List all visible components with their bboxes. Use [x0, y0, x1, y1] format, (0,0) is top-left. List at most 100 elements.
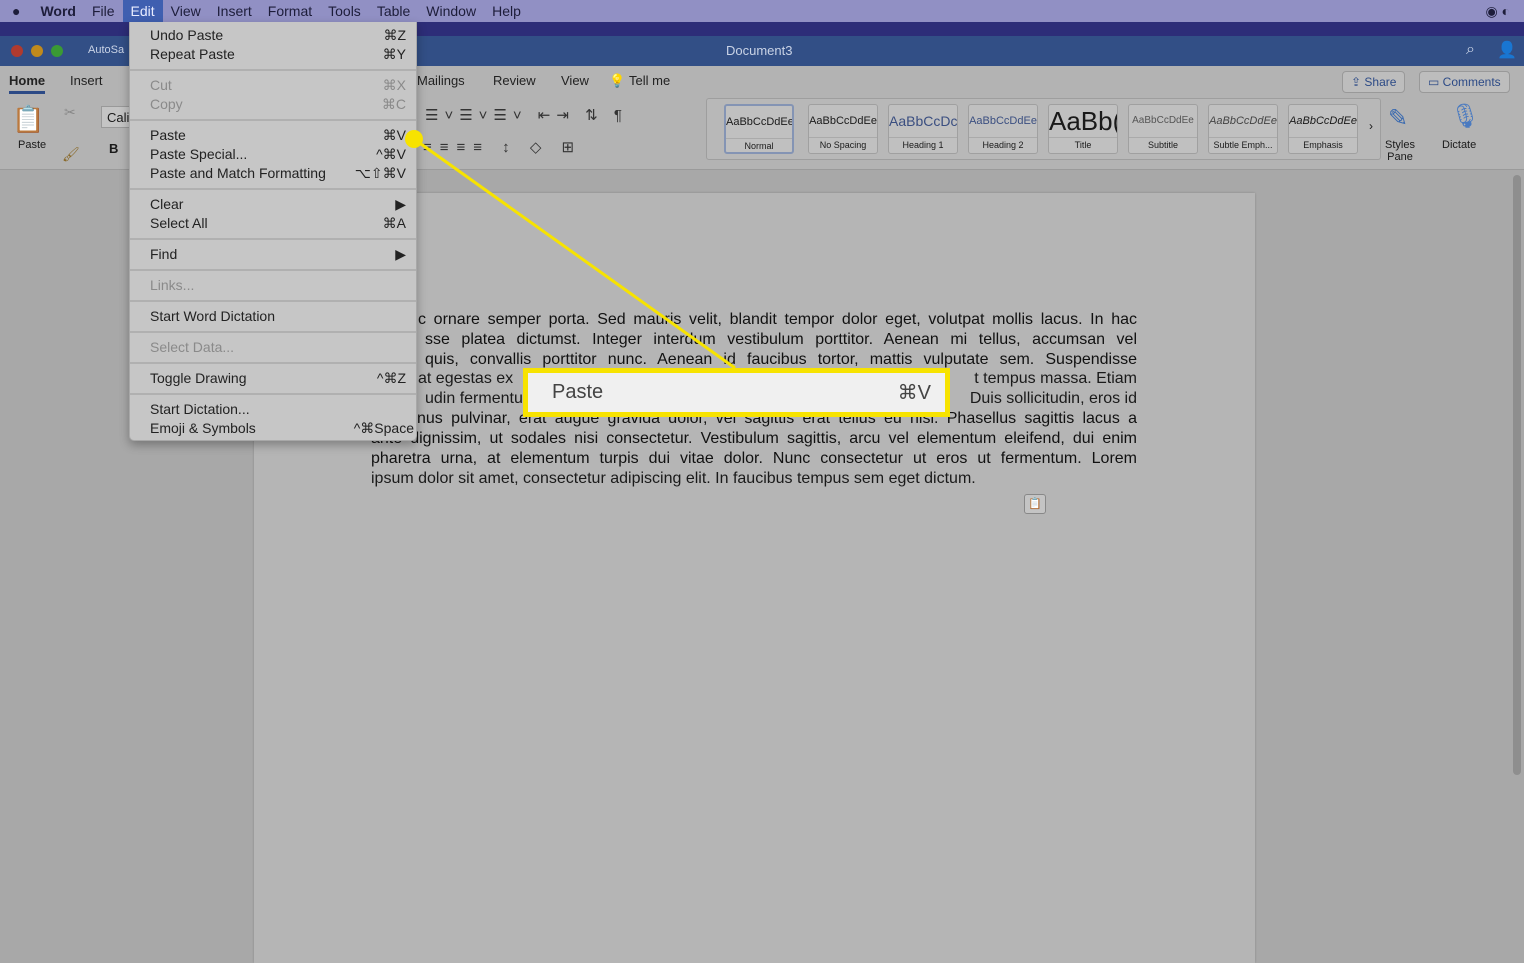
menu-window[interactable]: Window — [418, 0, 484, 22]
alignment-buttons[interactable]: ≡≡≡≡ ↕ ◇ ⊞ — [423, 138, 582, 156]
style-name: Subtle Emph... — [1209, 137, 1277, 152]
style-name: Emphasis — [1289, 137, 1357, 152]
gallery-next-icon[interactable]: › — [1369, 119, 1373, 133]
menu-separator — [130, 119, 416, 121]
menu-item-clear[interactable]: Clear ▶ — [150, 196, 406, 215]
style-name: No Spacing — [809, 137, 877, 152]
zoom-button[interactable] — [51, 45, 63, 57]
share-label: Share — [1364, 75, 1397, 89]
style-preview: AaBbCcDdEe — [1289, 115, 1357, 127]
minimize-button[interactable] — [31, 45, 43, 57]
menu-item-paste[interactable]: Paste ⌘V — [150, 127, 406, 146]
list-buttons[interactable]: ☰˅☰˅☰˅ ⇤⇥ ⇅ ¶ — [425, 106, 628, 124]
menu-item-shortcut: ^⌘Z — [376, 370, 406, 386]
styles-pane-icon[interactable]: ✎ — [1388, 104, 1408, 133]
vertical-scrollbar[interactable] — [1513, 175, 1521, 775]
tab-home[interactable]: Home — [9, 73, 46, 94]
menu-item-find[interactable]: Find ▶ — [150, 246, 406, 265]
tab-mailings[interactable]: Mailings — [417, 73, 465, 88]
document-title: Document3 — [726, 43, 793, 58]
menu-edit[interactable]: Edit — [122, 0, 163, 22]
style-name: Normal — [726, 138, 792, 153]
doc-line-fragment: udin fermentu — [425, 390, 523, 407]
menu-separator — [130, 188, 416, 190]
menu-item-label: Select Data... — [150, 339, 235, 355]
paste-button-label[interactable]: Paste — [18, 139, 46, 151]
styles-pane-button[interactable]: Styles Pane — [1384, 139, 1416, 163]
format-painter-icon[interactable]: 🖌 — [62, 146, 80, 163]
tab-insert[interactable]: Insert — [70, 73, 103, 88]
tell-me-search[interactable]: Tell me — [629, 73, 670, 88]
style-normal[interactable]: AaBbCcDdEe Normal — [724, 104, 794, 154]
doc-line-fragment: Duis sollicitudin, eros id — [969, 390, 1137, 407]
menu-help[interactable]: Help — [484, 0, 529, 22]
menu-item-label: Start Dictation... — [150, 401, 250, 417]
menu-item-paste-and-match-formatting[interactable]: Paste and Match Formatting ⌥⇧⌘V — [150, 165, 406, 184]
menu-item-label: Links... — [150, 277, 195, 293]
menu-item-shortcut: ⌘X — [382, 77, 406, 93]
comments-button[interactable]: ▭ Comments — [1419, 71, 1510, 93]
share-button[interactable]: ⇪ Share — [1342, 71, 1406, 93]
menu-item-select-all[interactable]: Select All ⌘A — [150, 215, 406, 234]
style-heading-2[interactable]: AaBbCcDdEe Heading 2 — [968, 104, 1038, 154]
menu-view[interactable]: View — [163, 0, 209, 22]
status-icons[interactable]: ◉ ◐ — [1477, 0, 1524, 22]
menu-item-shortcut: ^⌘Space — [353, 420, 414, 436]
style-name: Subtitle — [1129, 137, 1197, 152]
doc-line: pharetra urna, at elementum turpis dui v… — [371, 450, 1137, 467]
menu-separator — [130, 362, 416, 364]
microphone-icon[interactable]: 🎙 — [1450, 102, 1480, 131]
scissors-icon[interactable]: ✂ — [64, 104, 76, 121]
menu-item-undo-paste[interactable]: Undo Paste ⌘Z — [150, 27, 406, 46]
search-icon[interactable]: ⌕ — [1466, 41, 1475, 59]
share-person-icon[interactable]: 👤 — [1497, 40, 1517, 60]
menu-table[interactable]: Table — [369, 0, 418, 22]
menu-tools[interactable]: Tools — [320, 0, 369, 22]
lightbulb-icon: 💡 — [609, 73, 626, 88]
menu-item-label: Toggle Drawing — [150, 370, 247, 386]
menu-item-toggle-drawing[interactable]: Toggle Drawing ^⌘Z — [150, 370, 406, 389]
menu-format[interactable]: Format — [260, 0, 320, 22]
menu-item-label: Paste Special... — [150, 146, 248, 162]
style-emphasis[interactable]: AaBbCcDdEe Emphasis — [1288, 104, 1358, 154]
menu-item-paste-special[interactable]: Paste Special... ^⌘V — [150, 146, 406, 165]
menu-file[interactable]: File — [84, 0, 123, 22]
menu-item-cut: Cut ⌘X — [150, 77, 406, 96]
menu-item-start-dictation[interactable]: Start Dictation... — [150, 401, 406, 420]
apple-icon[interactable]: ● — [0, 0, 32, 22]
menu-item-copy: Copy ⌘C — [150, 96, 406, 115]
menu-item-label: Emoji & Symbols — [150, 420, 256, 436]
style-heading-1[interactable]: AaBbCcDc Heading 1 — [888, 104, 958, 154]
doc-line-fragment: t tempus massa. Etiam — [974, 370, 1137, 387]
menu-item-emoji-symbols[interactable]: Emoji & Symbols ^⌘Space — [150, 420, 414, 439]
tab-review[interactable]: Review — [493, 73, 536, 88]
menu-item-repeat-paste[interactable]: Repeat Paste ⌘Y — [150, 46, 406, 65]
close-button[interactable] — [11, 45, 23, 57]
doc-line: sse platea dictumst. Integer interdum ve… — [425, 331, 1137, 348]
style-title[interactable]: AaBb(Title — [1048, 104, 1118, 154]
menu-item-label: Paste — [150, 127, 186, 143]
tab-view[interactable]: View — [561, 73, 589, 88]
clipboard-icon[interactable]: 📋 — [12, 104, 44, 135]
style-name: Heading 2 — [969, 137, 1037, 152]
dictate-button[interactable]: Dictate — [1442, 139, 1476, 151]
bold-button[interactable]: B — [109, 141, 118, 156]
menu-item-start-word-dictation[interactable]: Start Word Dictation — [150, 308, 406, 327]
paste-options-icon[interactable]: 📋 — [1024, 494, 1046, 514]
style-preview: AaBb( — [1049, 106, 1117, 136]
menu-separator — [130, 269, 416, 271]
style-no-spacing[interactable]: AaBbCcDdEe No Spacing — [808, 104, 878, 154]
styles-gallery: AaBbCcDdEe Normal AaBbCcDdEe No Spacing Aa… — [706, 98, 1381, 160]
menu-word[interactable]: Word — [32, 0, 84, 22]
style-preview: AaBbCcDdEe — [726, 116, 792, 128]
style-subtle-emphasis[interactable]: AaBbCcDdEe Subtle Emph... — [1208, 104, 1278, 154]
autosave-label[interactable]: AutoSa — [88, 44, 124, 56]
menu-item-label: Find — [150, 246, 178, 262]
style-subtitle[interactable]: AaBbCcDdEe Subtitle — [1128, 104, 1198, 154]
menu-item-shortcut: ⌘C — [381, 96, 406, 112]
menu-item-label: Repeat Paste — [150, 46, 235, 62]
font-name-input[interactable]: Cali — [101, 106, 131, 128]
menu-insert[interactable]: Insert — [209, 0, 260, 22]
menu-separator — [130, 300, 416, 302]
style-preview: AaBbCcDdEe — [809, 115, 877, 127]
